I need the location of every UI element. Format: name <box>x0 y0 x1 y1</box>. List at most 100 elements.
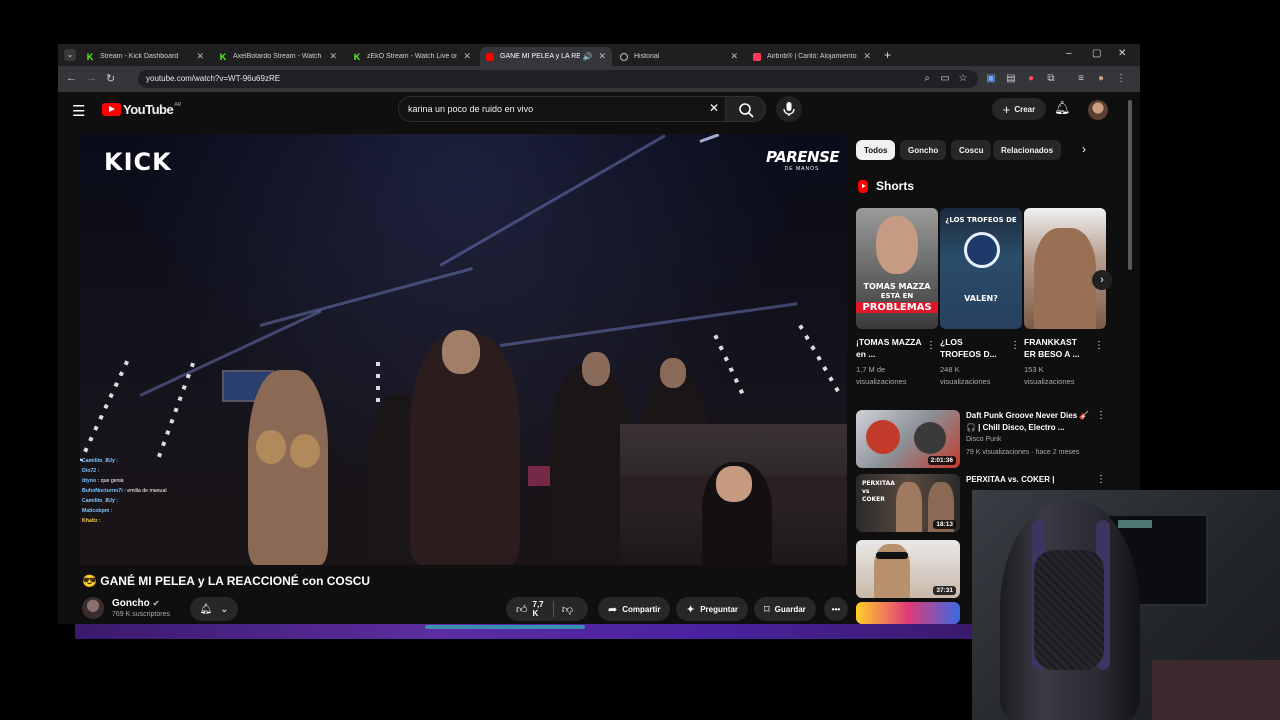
youtube-logo[interactable]: YouTube AR <box>102 102 181 117</box>
reading-list-icon[interactable]: ≡ <box>1074 72 1088 86</box>
video-title: PERXITAA vs. COKER | <box>966 475 1055 484</box>
kick-watermark: KICK <box>104 148 172 176</box>
speaker-icon[interactable]: 🔊 <box>582 52 592 61</box>
more-dots-icon[interactable]: ⋮ <box>926 340 936 351</box>
bookmark-star-icon[interactable]: ☆ <box>956 72 970 86</box>
minimize-icon[interactable]: – <box>1066 48 1072 59</box>
streamer-cam-inset <box>620 424 847 565</box>
extension-icon[interactable]: ▤ <box>1004 72 1018 86</box>
youtube-wordmark: YouTube <box>123 102 174 117</box>
video-thumbnail <box>856 602 960 624</box>
video-duration: 37:31 <box>933 586 956 595</box>
more-dots-icon[interactable]: ⋮ <box>1096 474 1106 485</box>
more-dots-icon[interactable]: ⋮ <box>1094 340 1104 351</box>
chat-username: Camilito_8Uy : <box>82 498 119 504</box>
tab-kick-dashboard[interactable]: K Stream - Kick Dashboard ✕ <box>80 47 210 66</box>
chat-message: tityno : que genia <box>82 476 272 486</box>
extensions-puzzle-icon[interactable]: ⧉ <box>1044 72 1058 86</box>
share-button[interactable]: ➦ Compartir <box>598 597 671 621</box>
screen: ⌄ K Stream - Kick Dashboard ✕ K AxelBota… <box>0 0 1280 720</box>
steam-logo <box>964 232 1000 268</box>
search-input[interactable]: karina un poco de ruido en vivo ✕ <box>398 96 726 122</box>
tab-title: Historial <box>634 53 660 60</box>
close-icon[interactable]: ✕ <box>463 51 471 62</box>
subscription-bell-button[interactable]: 🔔︎ ⌄ <box>190 597 238 621</box>
reload-icon[interactable]: ↻ <box>106 72 115 85</box>
desk <box>1152 660 1280 720</box>
short-thumbnail: ¿LOS TROFEOS DE VALEN? <box>940 208 1022 329</box>
extension-icon[interactable]: ▣ <box>984 72 998 86</box>
close-icon[interactable]: ✕ <box>598 51 606 62</box>
kick-icon: K <box>86 51 94 62</box>
ask-button[interactable]: ✦ Preguntar <box>676 597 749 621</box>
hamburger-menu-icon[interactable]: ☰ <box>72 102 85 120</box>
tab-youtube-video[interactable]: GANÉ MI PELEA y LA RE 🔊 ✕ <box>480 47 612 66</box>
video-player[interactable]: KICK PARENSE DE MANOS Camilito_8Uy : Dio… <box>80 134 847 565</box>
person-head <box>660 358 686 388</box>
like-count[interactable]: 7,7 K <box>533 600 546 618</box>
chevron-down-icon: ⌄ <box>220 603 229 615</box>
like-icon[interactable]: 👍︎ <box>516 603 528 616</box>
profile-icon[interactable]: ● <box>1094 72 1108 86</box>
tab-zeko[interactable]: K zEkO Stream - Watch Live on Ki ✕ <box>347 47 477 66</box>
stream-chat-overlay: Camilito_8Uy : Dio72 : tityno : que geni… <box>82 456 272 526</box>
more-dots-icon[interactable]: ⋮ <box>1096 410 1106 421</box>
forward-icon[interactable]: → <box>86 72 97 84</box>
back-icon[interactable]: ← <box>66 72 77 84</box>
chip-todos[interactable]: Todos <box>856 140 896 160</box>
close-icon[interactable]: ✕ <box>863 51 871 62</box>
search-button[interactable] <box>726 96 766 122</box>
chat-username: Maticobpm : <box>82 508 113 514</box>
address-bar[interactable]: youtube.com/watch?v=WT-96u69zRE ⌕ ▭ ☆ <box>138 70 978 88</box>
close-icon[interactable]: ✕ <box>730 51 738 62</box>
chat-message: Khaltz : <box>82 516 272 526</box>
short-card[interactable]: TOMAS MAZZA ESTÁ EN PROBLEMAS ¡TOMAS MAZ… <box>856 208 938 388</box>
youtube-icon <box>486 52 494 61</box>
short-card[interactable]: ¿LOS TROFEOS DE VALEN? ¿LOS TROFEOS D...… <box>940 208 1022 388</box>
voice-search-button[interactable] <box>776 96 802 122</box>
short-title: FRANKKAST ER BESO A ... <box>1024 337 1080 359</box>
channel-name[interactable]: Goncho ✔︎ <box>112 598 159 609</box>
close-icon[interactable]: ✕ <box>196 51 204 62</box>
tab-bar: ⌄ K Stream - Kick Dashboard ✕ K AxelBota… <box>58 44 1140 66</box>
kick-icon: K <box>353 51 361 62</box>
user-avatar[interactable] <box>1088 100 1108 120</box>
tab-historial[interactable]: Historial ✕ <box>614 47 744 66</box>
save-button[interactable]: ⌑ Guardar <box>754 597 816 621</box>
close-window-icon[interactable]: ✕ <box>1118 48 1126 59</box>
chevron-right-icon[interactable]: › <box>1092 270 1112 290</box>
related-video[interactable]: 2:01:36 Daft Punk Groove Never Dies 🎸🎧 |… <box>856 410 1106 470</box>
shorts-title: Shorts <box>876 179 915 193</box>
share-icon: ➦ <box>608 603 618 616</box>
tab-title: GANÉ MI PELEA y LA RE <box>500 53 581 60</box>
tab-axelbotardo[interactable]: K AxelBotardo Stream - Watch Li ✕ <box>213 47 343 66</box>
chat-username: Dio72 : <box>82 468 100 474</box>
cast-icon[interactable]: ▭ <box>938 72 952 86</box>
create-button[interactable]: + Crear <box>992 98 1046 120</box>
more-actions-button[interactable]: ••• <box>824 597 848 621</box>
airbnb-icon <box>753 52 761 61</box>
new-tab-icon[interactable]: + <box>884 48 891 62</box>
history-icon <box>620 52 628 61</box>
scrollbar-thumb[interactable] <box>1128 100 1132 270</box>
dislike-icon[interactable]: 👎︎ <box>562 603 573 616</box>
tab-search-icon[interactable]: ⌄ <box>64 49 76 61</box>
short-card[interactable]: FRANKKAST ER BESO A ... ⋮ 153 K visualiz… <box>1024 208 1106 388</box>
menu-dots-icon[interactable]: ⋮ <box>1114 72 1128 86</box>
more-dots-icon[interactable]: ⋮ <box>1010 340 1020 351</box>
notifications-bell-icon[interactable]: 🔔︎ <box>1054 100 1071 116</box>
search-icon <box>739 103 754 118</box>
chip-relacionados[interactable]: Relacionados <box>993 140 1062 160</box>
chevron-right-icon[interactable]: › <box>1082 142 1086 156</box>
chip-goncho[interactable]: Goncho <box>900 140 947 160</box>
close-icon[interactable]: ✕ <box>329 51 337 62</box>
extension-icon[interactable]: ● <box>1024 72 1038 86</box>
clear-search-icon[interactable]: ✕ <box>709 101 719 115</box>
boxing-glove <box>290 434 320 468</box>
channel-avatar[interactable] <box>82 597 104 619</box>
chip-coscu[interactable]: Coscu <box>951 140 992 160</box>
tab-airbnb[interactable]: Airbnb® | Cariló: Alojamientos ✕ <box>747 47 877 66</box>
zoom-icon[interactable]: ⌕ <box>920 72 934 86</box>
background-window-strip <box>75 624 975 639</box>
maximize-icon[interactable]: ▢ <box>1092 48 1101 59</box>
